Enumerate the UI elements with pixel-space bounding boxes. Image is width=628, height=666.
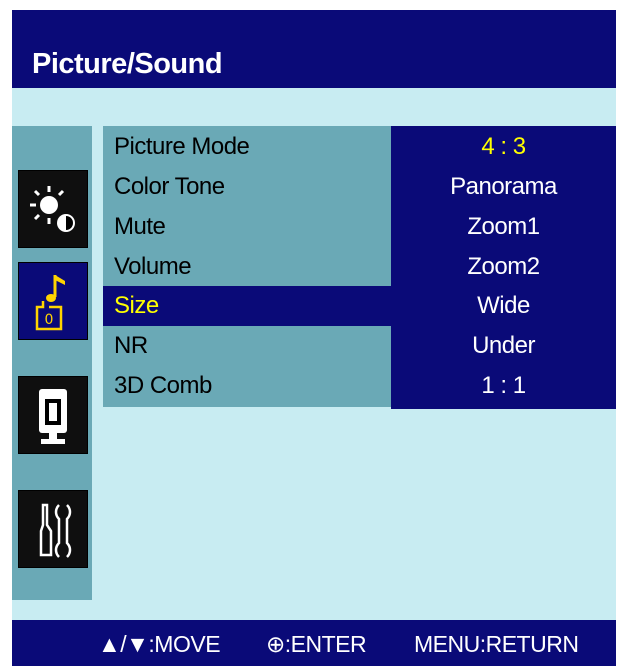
menu-item-label: Volume — [114, 253, 192, 280]
option-wide[interactable]: Wide — [391, 286, 616, 326]
size-options-list: 4 : 3 Panorama Zoom1 Zoom2 Wide Under 1 … — [391, 126, 616, 409]
enter-hint: ⊕:ENTER — [266, 631, 367, 657]
tab-sound[interactable]: 0 — [18, 262, 88, 340]
menu-item-label: Color Tone — [114, 173, 225, 200]
option-4-3[interactable]: 4 : 3 — [391, 127, 616, 167]
tab-setup[interactable] — [18, 490, 88, 568]
monitor-display-icon — [39, 389, 67, 444]
menu-item-picture-mode[interactable]: Picture Mode — [103, 127, 391, 167]
menu-item-label: Size — [114, 292, 159, 319]
svg-text:0: 0 — [45, 312, 54, 328]
settings-menu: Picture Mode Color Tone Mute Volume Size… — [103, 126, 391, 407]
menu-item-nr[interactable]: NR — [103, 326, 391, 366]
menu-item-mute[interactable]: Mute — [103, 207, 391, 247]
menu-item-volume[interactable]: Volume — [103, 247, 391, 287]
menu-item-3d-comb[interactable]: 3D Comb — [103, 366, 391, 406]
menu-item-size[interactable]: Size — [103, 286, 391, 326]
option-panorama[interactable]: Panorama — [391, 167, 616, 207]
return-hint: MENU:RETURN — [414, 631, 579, 657]
help-bar: ▲/▼:MOVE ⊕:ENTER MENU:RETURN — [12, 620, 616, 666]
title-bar: Picture/Sound — [12, 10, 616, 88]
menu-item-label: NR — [114, 332, 148, 359]
option-under[interactable]: Under — [391, 326, 616, 366]
sound-note-icon: 0 — [35, 275, 65, 331]
setup-tools-icon — [39, 503, 72, 558]
picture-brightness-icon — [30, 186, 75, 232]
page-title: Picture/Sound — [32, 48, 223, 80]
menu-item-label: 3D Comb — [114, 372, 212, 399]
menu-item-label: Mute — [114, 213, 166, 240]
option-1-1[interactable]: 1 : 1 — [391, 366, 616, 406]
menu-item-color-tone[interactable]: Color Tone — [103, 167, 391, 207]
tab-picture[interactable] — [18, 170, 88, 248]
move-hint: ▲/▼:MOVE — [98, 631, 221, 657]
menu-item-label: Picture Mode — [114, 133, 250, 160]
option-zoom1[interactable]: Zoom1 — [391, 207, 616, 247]
option-zoom2[interactable]: Zoom2 — [391, 247, 616, 287]
category-sidebar: 0 — [12, 126, 92, 600]
osd-menu: Picture/Sound 0 Picture Mode Color Tone … — [12, 10, 616, 666]
tab-display[interactable] — [18, 376, 88, 454]
